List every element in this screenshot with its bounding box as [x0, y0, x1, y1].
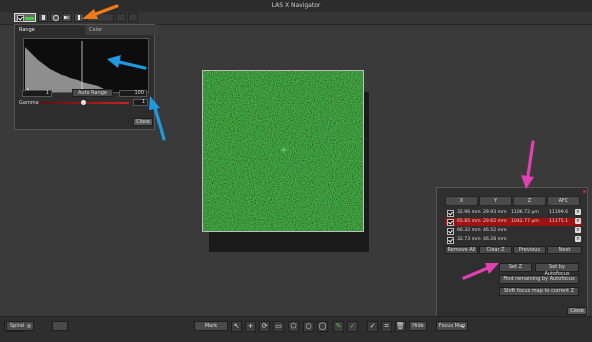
row-checkbox[interactable]: [447, 219, 454, 226]
histogram-close-button[interactable]: Close: [133, 118, 153, 126]
panel-close-dot[interactable]: [583, 190, 586, 193]
gamma-slider-handle[interactable]: [81, 100, 86, 105]
min-value-field[interactable]: 1: [22, 90, 52, 97]
column-header-z[interactable]: Z: [513, 196, 546, 206]
row-y: 46.52 mm: [483, 228, 507, 233]
gamma-value-field[interactable]: 1: [133, 99, 148, 106]
chevron-down-icon: [461, 326, 465, 328]
gamma-label: Gamma: [19, 100, 39, 106]
column-header-afc[interactable]: AFC: [547, 196, 580, 206]
row-z: 1042.77 µm: [511, 219, 539, 224]
settings-icon[interactable]: [50, 13, 60, 22]
table-row[interactable]: 66.32 mm 46.52 mm ×: [445, 227, 582, 235]
plus-icon[interactable]: +: [245, 321, 256, 332]
table-row[interactable]: 32.73 mm 46.28 mm ×: [445, 236, 582, 244]
histogram-tabs: Range Color: [15, 25, 158, 35]
row-x: 32.73 mm: [457, 237, 481, 242]
histogram-plot[interactable]: [23, 38, 149, 93]
row-checkbox[interactable]: [447, 237, 454, 244]
check-icon[interactable]: ✓: [367, 321, 378, 332]
hide-button[interactable]: Hide: [409, 321, 427, 331]
row-y: 29.93 mm: [483, 210, 507, 215]
spiral-dropdown[interactable]: Spiral: [6, 321, 34, 331]
pen-icon[interactable]: ✎: [333, 321, 344, 332]
check-pen-icon[interactable]: ✓: [347, 321, 358, 332]
scale-icon[interactable]: [52, 321, 68, 331]
set-by-autofocus-button[interactable]: Set by Autofocus: [535, 263, 579, 277]
histogram-checkbox[interactable]: [17, 15, 24, 22]
remove-all-button[interactable]: Remove All: [445, 246, 478, 254]
column-header-y[interactable]: Y: [479, 196, 512, 206]
column-header-x[interactable]: X: [445, 196, 478, 206]
mark-button[interactable]: Mark: [194, 321, 228, 331]
pointer-icon[interactable]: ↖: [231, 321, 242, 332]
row-checkbox[interactable]: [447, 210, 454, 217]
row-afc: 11175.1: [549, 219, 568, 224]
focus-map-tab[interactable]: Focus Map: [436, 321, 468, 331]
previous-button[interactable]: Previous: [513, 246, 546, 254]
crop-icon[interactable]: ⌗: [381, 321, 392, 332]
delete-icon[interactable]: ×: [575, 236, 581, 242]
row-x: 32.96 mm: [457, 210, 481, 215]
channel-color-swatch: [25, 17, 34, 20]
table-row[interactable]: 32.96 mm 29.93 mm 1106.72 µm 11199.6 ×: [445, 209, 582, 217]
row-z: 1106.72 µm: [511, 210, 539, 215]
ellipse-icon[interactable]: ○: [303, 321, 314, 332]
trash-icon[interactable]: 🗑: [395, 321, 406, 332]
rectangle-icon[interactable]: ▭: [273, 321, 284, 332]
tab-range[interactable]: Range: [15, 25, 87, 35]
image-noise: [203, 71, 363, 231]
row-y: 46.28 mm: [483, 237, 507, 242]
focus-map-panel: X Y Z AFC 32.96 mm 29.93 mm 1106.72 µm 1…: [436, 187, 588, 317]
histogram-panel: Range Color 1 Auto Range 100 Gamma 1 Clo…: [14, 24, 158, 130]
auto-range-button[interactable]: Auto Range: [72, 89, 113, 97]
max-value-field[interactable]: 100: [119, 90, 147, 97]
shift-focus-map-button[interactable]: Shift focus map to current Z: [499, 287, 579, 296]
row-checkbox[interactable]: [447, 228, 454, 235]
delete-icon[interactable]: ×: [575, 227, 581, 233]
delete-icon[interactable]: ×: [575, 218, 581, 224]
window-title: LAS X Navigator: [271, 2, 321, 9]
next-button[interactable]: Next: [547, 246, 582, 254]
row-x: 65.85 mm: [457, 219, 481, 224]
row-afc: 11199.6: [549, 210, 568, 215]
stack-icon[interactable]: [38, 13, 48, 22]
toolbar-spacer-button[interactable]: [86, 13, 114, 22]
rotate-icon[interactable]: ⟳: [259, 321, 270, 332]
delete-icon[interactable]: ×: [575, 209, 581, 215]
row-x: 66.32 mm: [457, 228, 481, 233]
circle-icon[interactable]: ◯: [317, 321, 328, 332]
spiral-label: Spiral: [10, 323, 25, 329]
lut-icon[interactable]: [74, 13, 84, 22]
magenta-arrow-z: [521, 140, 535, 189]
histogram-graph: [25, 41, 110, 92]
polygon-icon[interactable]: ⬠: [288, 321, 299, 332]
table-row[interactable]: 65.85 mm 29.62 mm 1042.77 µm 11175.1 ×: [445, 218, 582, 226]
microscope-image[interactable]: [202, 70, 364, 232]
grid-icon[interactable]: [116, 13, 126, 22]
bottom-bar: Spiral Mark ↖ + ⟳ ▭ ⬠ ○ ◯ ✎ ✓ ✓ ⌗ 🗑 Hide…: [0, 316, 592, 342]
clear-z-button[interactable]: Clear Z: [479, 246, 512, 254]
row-y: 29.62 mm: [483, 219, 507, 224]
overlay-icon[interactable]: [128, 13, 138, 22]
set-z-button[interactable]: Set Z: [499, 263, 532, 272]
tab-color[interactable]: Color: [85, 25, 158, 35]
focus-panel-close-button[interactable]: Close: [567, 307, 587, 315]
find-remaining-button[interactable]: Find remaining by Autofocus: [499, 275, 579, 284]
gradient-icon[interactable]: [62, 13, 72, 22]
chevron-down-icon: [27, 324, 31, 328]
histogram-toggle-button[interactable]: [14, 13, 36, 22]
